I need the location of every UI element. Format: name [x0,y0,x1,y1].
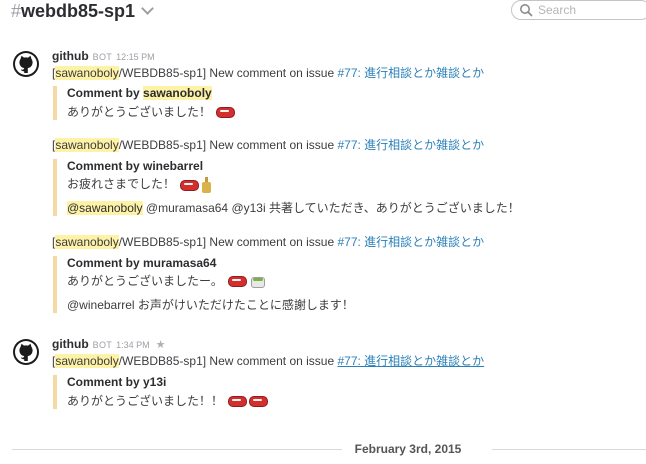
sushi-emoji [180,179,200,191]
timestamp[interactable]: 12:15 PM [116,52,155,62]
repo-owner-highlight: sawanoboly [55,354,119,368]
comment-title: Comment by sawanoboly [67,86,235,101]
comment-title: Comment by winebarrel [67,159,204,173]
repo-owner-highlight: sawanoboly [55,66,119,80]
sushi-emoji [249,396,269,408]
comment-body: ありがとうございましたー。 [67,274,354,289]
comment-title: Comment by y13i [67,375,167,389]
repo-text: /WEBDB85-sp1] New comment on issue [118,354,338,368]
comment-body: ありがとうございました！ [67,105,236,120]
comment-body-text: @muramasa64 @y13i 共著していただき、ありがとうございました！ [142,201,520,215]
repo-owner-highlight: sawanoboly [55,235,119,249]
message-meta: github BOT 1:34 PM ★ [52,337,165,352]
repo-text: /WEBDB85-sp1] New comment on issue [118,138,338,152]
issue-link[interactable]: #77: 進行相談とか雑談とか [337,235,484,249]
tea-emoji [250,275,266,289]
username[interactable]: github [52,49,89,63]
comment-attachment: Comment by winebarrel お疲れさまでした！ @sawanob… [53,159,520,216]
search-box[interactable] [511,0,646,20]
comment-body-text: ありがとうございました！ [67,105,212,119]
comment-author: sawanoboly [143,86,212,100]
event-summary: [sawanoboly/WEBDB85-sp1] New comment on … [52,66,484,81]
comment-body-text: ありがとうございましたー。 [67,274,223,288]
comment-body-line2: @winebarrel お声がけいただけたことに感謝します！ [67,298,354,313]
mention-highlight[interactable]: @sawanoboly [67,201,143,215]
chevron-down-icon[interactable] [141,2,154,15]
comment-body-line2: @sawanoboly @muramasa64 @y13i 共著していただき、あ… [67,201,520,216]
repo-text: /WEBDB85-sp1] New comment on issue [118,235,338,249]
channel-header: #webdb85-sp1 [0,0,646,26]
sushi-emoji [228,396,248,408]
comment-body-text: @winebarrel お声がけいただけたことに感謝します！ [67,298,354,312]
repo-owner-highlight: sawanoboly [55,138,119,152]
comment-attachment: Comment by muramasa64 ありがとうございましたー。 @win… [53,256,354,313]
bot-badge: BOT [92,52,113,62]
bot-badge: BOT [92,340,113,350]
issue-link[interactable]: #77: 進行相談とか雑談とか [337,138,484,152]
channel-hash: # [11,1,22,21]
comment-body-text: お疲れさまでした！ [67,177,176,192]
github-octocat-icon[interactable] [12,50,40,78]
search-input[interactable] [538,2,638,18]
search-icon [520,4,533,17]
event-summary: [sawanoboly/WEBDB85-sp1] New comment on … [52,138,484,153]
channel-title[interactable]: #webdb85-sp1 [11,0,154,22]
date-divider: February 3rd, 2015 [0,442,646,456]
username[interactable]: github [52,337,89,351]
comment-body: ありがとうございました！！ [67,394,269,409]
issue-link[interactable]: #77: 進行相談とか雑談とか [337,66,484,80]
message-meta: github BOT 12:15 PM [52,49,155,64]
issue-link[interactable]: #77: 進行相談とか雑談とか [337,354,484,368]
sake-emoji [202,177,212,193]
comment-body-text: ありがとうございました！！ [67,394,224,408]
repo-text: /WEBDB85-sp1] New comment on issue [118,66,338,80]
comment-attachment: Comment by y13i ありがとうございました！！ [53,375,269,409]
sushi-emoji [216,107,236,119]
sushi-emoji [228,276,248,288]
event-summary: [sawanoboly/WEBDB85-sp1] New comment on … [52,354,484,369]
channel-name: webdb85-sp1 [21,1,136,21]
comment-attachment: Comment by sawanoboly ありがとうございました！ [53,86,236,120]
star-icon[interactable]: ★ [156,339,166,351]
comment-title-prefix: Comment by [67,86,144,100]
github-octocat-icon[interactable] [12,338,40,366]
date-label: February 3rd, 2015 [354,442,462,456]
comment-body: お疲れさまでした！ [67,177,520,193]
event-summary: [sawanoboly/WEBDB85-sp1] New comment on … [52,235,484,250]
comment-title: Comment by muramasa64 [67,256,217,270]
timestamp[interactable]: 1:34 PM [116,340,150,350]
